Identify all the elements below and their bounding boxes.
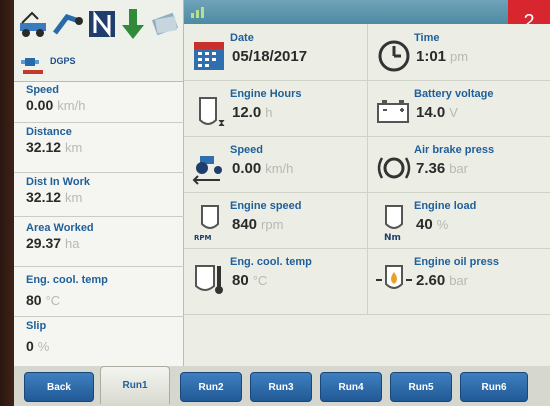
dgps-label: DGPS: [50, 56, 76, 66]
left-item-dist-in-work: Dist In Work 32.12 km: [26, 176, 90, 205]
divider: [14, 172, 184, 173]
left-item-value: 0%: [26, 338, 50, 354]
cell-value: 12.0 h: [232, 104, 273, 121]
left-item-value: 29.37 ha: [26, 235, 80, 251]
engine-hours-icon: ⧗: [199, 97, 225, 129]
left-item-speed: Speed 0.00 km/h: [26, 84, 85, 113]
divider: [184, 314, 550, 315]
cell-battery-voltage: Battery voltage 14.0 V: [368, 84, 550, 136]
tab-run1[interactable]: Run1: [100, 366, 170, 404]
cell-label: Date: [230, 32, 254, 44]
cell-date: Date 05/18/2017: [184, 28, 366, 80]
tab-run2[interactable]: Run2: [180, 372, 242, 402]
cell-value: 14.0 V: [416, 104, 458, 121]
clock-icon: [378, 40, 410, 72]
divider: [14, 122, 184, 123]
cell-value: 2.60 bar: [416, 272, 468, 289]
back-button[interactable]: Back: [24, 372, 94, 402]
cell-value: 7.36 bar: [416, 160, 468, 177]
terminal-screen: DGPS R 2 Speed 0.00km/h Distance 32.12km…: [14, 0, 550, 406]
calendar-icon: [194, 42, 224, 70]
tractor-speed-icon: [192, 156, 222, 185]
tab-run6[interactable]: Run6: [460, 372, 528, 402]
left-item-label: Speed: [26, 84, 60, 96]
cell-label: Battery voltage: [414, 88, 494, 100]
implement-icon[interactable]: [18, 4, 52, 44]
left-item-value: 80 °C: [26, 292, 61, 308]
left-item-label: Eng. cool. temp: [26, 274, 108, 286]
cell-label: Time: [414, 32, 440, 44]
down-arrow-icon[interactable]: [118, 4, 148, 44]
svg-text:⧗: ⧗: [218, 118, 225, 129]
cell-engine-hours: ⧗ Engine Hours 12.0 h: [184, 84, 366, 136]
cell-time: Time 1:01 pm: [368, 28, 550, 80]
cell-label: Air brake press: [414, 144, 495, 156]
icon-toolbar: DGPS: [14, 0, 184, 82]
cell-value: 80 °C: [232, 272, 268, 289]
north-compass-icon[interactable]: [86, 6, 118, 42]
cell-value: 840 rpm: [232, 216, 284, 233]
divider: [14, 266, 184, 267]
cell-label: Engine load: [414, 200, 477, 212]
cell-engine-oil-press: Engine oil press 2.60 bar: [368, 252, 550, 304]
tab-run5[interactable]: Run5: [390, 372, 452, 402]
cell-label: Speed: [230, 144, 264, 156]
left-item-slip: Slip 0%: [26, 320, 49, 354]
cell-air-brake-press: Air brake press 7.36 bar: [368, 140, 550, 192]
cell-engine-load: Nm Engine load 40%: [368, 196, 550, 248]
divider: [184, 192, 550, 193]
divider: [14, 316, 184, 317]
main-gauges-grid: Date 05/18/2017 Time 1:01 pm ⧗ Engine Hou…: [184, 24, 550, 366]
tab-run3[interactable]: Run3: [250, 372, 312, 402]
tab-run4[interactable]: Run4: [320, 372, 382, 402]
cell-label: Eng. cool. temp: [230, 256, 312, 268]
air-brake-icon: [377, 157, 411, 179]
left-item-area-worked: Area Worked 29.37 ha: [26, 222, 94, 251]
svg-text:RPM: RPM: [194, 234, 212, 242]
svg-text:Nm: Nm: [384, 233, 401, 242]
signal-icon: [191, 7, 204, 18]
left-item-label: Distance: [26, 126, 72, 138]
left-item-value: 0.00 km/h: [26, 97, 86, 113]
cell-label: Engine speed: [230, 200, 302, 212]
battery-icon: [377, 100, 409, 123]
cell-engine-speed: RPM Engine speed 840 rpm: [184, 196, 366, 248]
cell-value: 1:01 pm: [416, 48, 469, 65]
cell-speed: Speed 0.00 km/h: [184, 140, 366, 192]
cell-label: Engine Hours: [230, 88, 302, 100]
hitch-icon[interactable]: [52, 4, 86, 44]
left-info-panel: Speed 0.00 km/h Distance 32.12 km Dist In …: [14, 82, 184, 366]
documents-icon[interactable]: [148, 6, 182, 42]
left-item-distance: Distance 32.12 km: [26, 126, 82, 155]
divider: [184, 248, 550, 249]
gps-satellite-icon[interactable]: [18, 46, 48, 78]
cell-value: 05/18/2017: [232, 48, 308, 65]
header-bar: R: [184, 0, 550, 24]
divider: [184, 80, 550, 81]
left-item-label: Slip: [26, 320, 47, 332]
left-item-value: 32.12 km: [26, 189, 83, 205]
engine-load-icon: Nm: [384, 205, 403, 242]
left-item-cool-temp: Eng. cool. temp 80 °C: [26, 274, 108, 308]
left-item-label: Dist In Work: [26, 176, 90, 188]
divider: [184, 136, 550, 137]
cell-cool-temp: Eng. cool. temp 80 °C: [184, 252, 366, 304]
cell-label: Engine oil press: [414, 256, 499, 268]
cell-value: 40%: [416, 216, 449, 233]
coolant-temperature-icon: [195, 265, 223, 294]
oil-pressure-icon: [376, 265, 412, 289]
cell-value: 0.00 km/h: [232, 160, 294, 177]
divider: [14, 216, 184, 217]
run-tab-bar: Back Run1 Run2 Run3 Run4 Run5 Run6: [14, 366, 550, 406]
left-item-label: Area Worked: [26, 222, 94, 234]
left-item-value: 32.12 km: [26, 139, 83, 155]
engine-speed-icon: RPM: [194, 205, 219, 242]
